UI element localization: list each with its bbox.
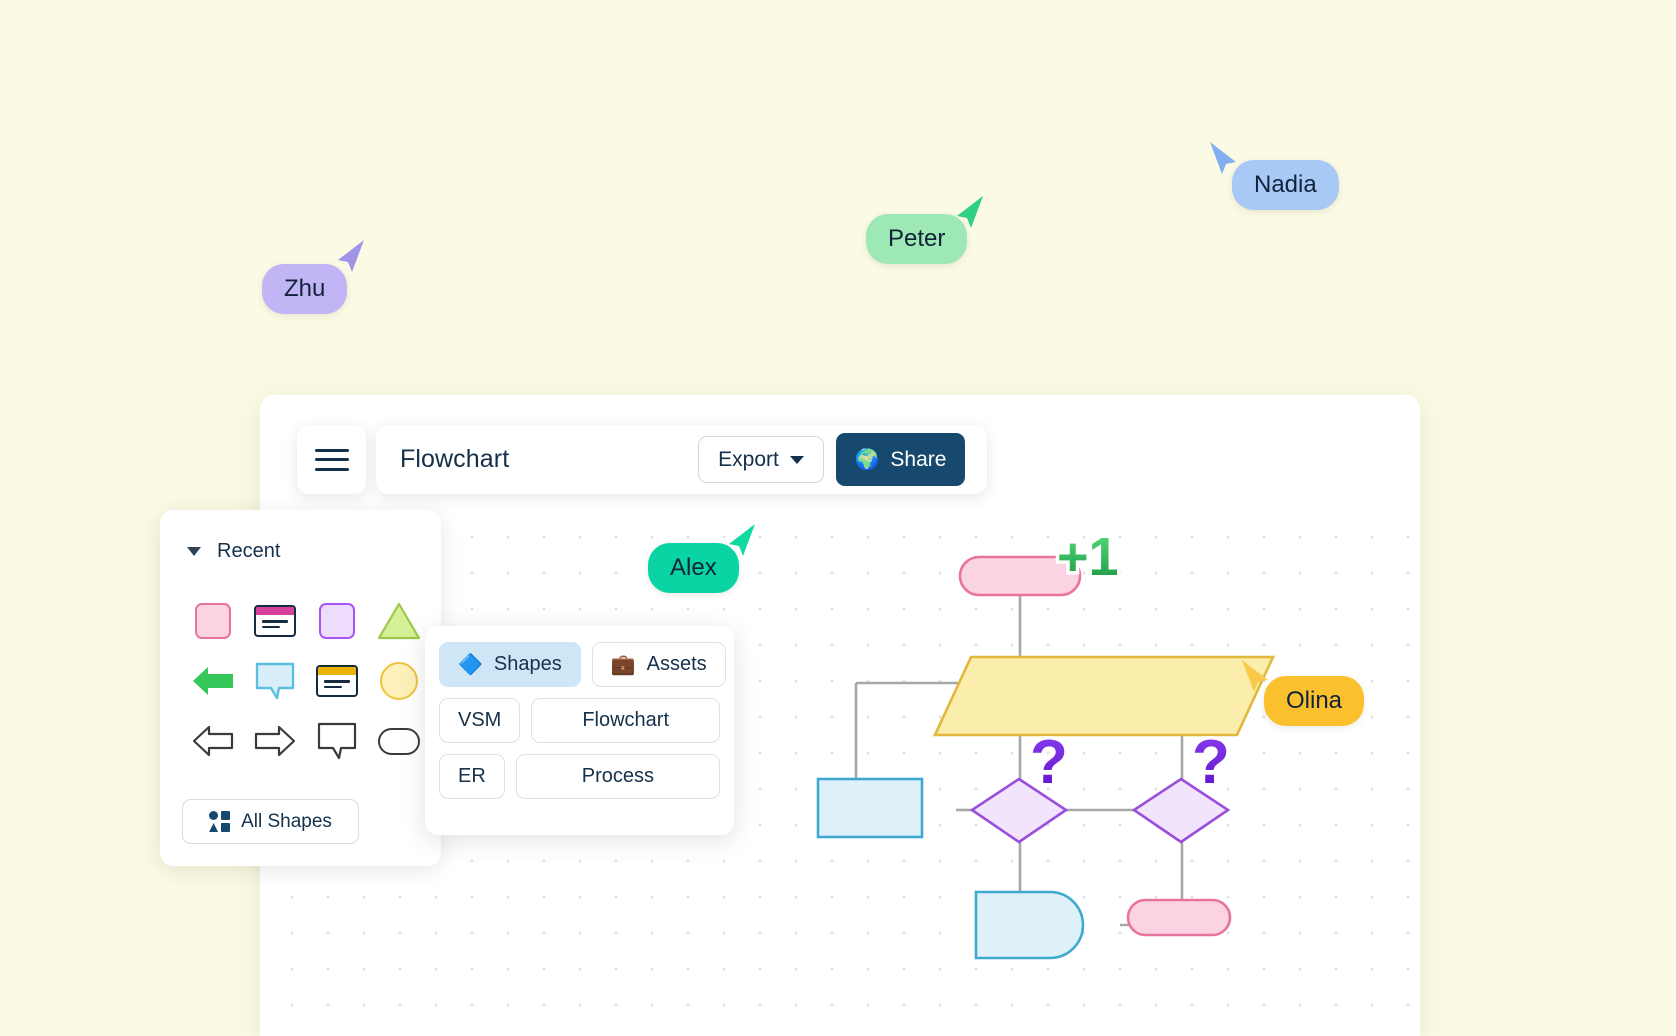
globe-icon: 🌍 bbox=[854, 448, 880, 471]
triangle-down-icon bbox=[187, 547, 201, 556]
shape-item-rounded-square-purple[interactable] bbox=[306, 591, 368, 651]
tab-assets-label: Assets bbox=[646, 653, 707, 675]
all-shapes-label: All Shapes bbox=[241, 810, 332, 832]
plus-one-badge-text: +1 bbox=[1057, 527, 1119, 587]
triangle-green-icon bbox=[377, 602, 421, 640]
share-button[interactable]: 🌍 Share bbox=[836, 433, 965, 486]
rounded-square-pink-icon bbox=[195, 603, 231, 639]
note-card-gold-header-icon bbox=[316, 665, 358, 697]
popover-tab-row: 🔷 Shapes 💼 Assets bbox=[439, 642, 726, 687]
share-label: Share bbox=[890, 447, 947, 471]
page-title: Flowchart bbox=[400, 445, 510, 473]
recent-section-header[interactable]: Recent bbox=[160, 540, 441, 563]
arrow-left-outline-icon bbox=[192, 725, 234, 757]
popover-category-row-2: ER Process bbox=[439, 754, 720, 799]
cursor-label-zhu: Zhu bbox=[262, 264, 348, 314]
export-button[interactable]: Export bbox=[698, 436, 824, 483]
document-toolbar: Flowchart Export 🌍 Share bbox=[376, 425, 987, 494]
category-process-label: Process bbox=[581, 765, 655, 787]
category-er-label: ER bbox=[458, 765, 486, 787]
shape-item-arrow-left-outline[interactable] bbox=[182, 711, 244, 771]
recent-shapes-panel: Recent All Shapes bbox=[160, 510, 441, 866]
speech-bubble-outline-icon bbox=[317, 722, 357, 760]
question-badge-left[interactable]: ? bbox=[1026, 725, 1086, 801]
shape-item-triangle-green[interactable] bbox=[368, 591, 430, 651]
category-vsm-label: VSM bbox=[458, 709, 502, 731]
all-shapes-button[interactable]: All Shapes bbox=[182, 799, 359, 844]
tab-shapes[interactable]: 🔷 Shapes bbox=[439, 642, 581, 687]
cursor-label-nadia: Nadia bbox=[1232, 160, 1339, 210]
cursor-label-olina: Olina bbox=[1264, 676, 1365, 726]
shapes-popover: 🔷 Shapes 💼 Assets VSM Flowchart ER Proce… bbox=[425, 626, 734, 835]
menu-button[interactable] bbox=[297, 425, 366, 494]
arrow-left-green-filled-icon bbox=[193, 667, 233, 695]
shape-palette-grid bbox=[160, 591, 441, 771]
hamburger-icon bbox=[314, 448, 349, 471]
shape-item-note-card-gold-header[interactable] bbox=[306, 651, 368, 711]
chevron-down-icon bbox=[789, 455, 804, 464]
rounded-square-purple-icon bbox=[319, 603, 355, 639]
category-flowchart[interactable]: Flowchart bbox=[531, 698, 720, 743]
category-er[interactable]: ER bbox=[439, 754, 505, 799]
arrow-right-outline-icon bbox=[254, 725, 296, 757]
export-label: Export bbox=[718, 447, 779, 471]
category-vsm[interactable]: VSM bbox=[439, 698, 521, 743]
tab-assets[interactable]: 💼 Assets bbox=[591, 642, 726, 687]
cursor-label-alex: Alex bbox=[648, 543, 739, 593]
blue-diamond-icon: 🔷 bbox=[458, 654, 483, 676]
circle-yellow-icon bbox=[380, 662, 418, 700]
note-card-pink-header-icon bbox=[254, 605, 296, 637]
briefcase-icon: 💼 bbox=[610, 654, 636, 676]
shape-item-note-card-pink-header[interactable] bbox=[244, 591, 306, 651]
shape-item-arrow-right-outline[interactable] bbox=[244, 711, 306, 771]
page-root: +1 ? ? Flowchart Export 🌍 Share Recent A… bbox=[0, 0, 1676, 1036]
shape-item-circle-yellow[interactable] bbox=[368, 651, 430, 711]
plus-one-reaction-badge[interactable]: +1 bbox=[1053, 524, 1123, 591]
svg-text:?: ? bbox=[1192, 728, 1230, 797]
tab-shapes-label: Shapes bbox=[493, 653, 562, 675]
shape-item-pill-outline[interactable] bbox=[368, 711, 430, 771]
category-process[interactable]: Process bbox=[515, 754, 720, 799]
shape-item-rounded-square-pink[interactable] bbox=[182, 591, 244, 651]
question-badge-right[interactable]: ? bbox=[1188, 725, 1248, 801]
shapes-grid-icon bbox=[209, 811, 231, 832]
speech-bubble-blue-icon bbox=[255, 662, 295, 700]
shape-item-speech-bubble-outline[interactable] bbox=[306, 711, 368, 771]
pill-outline-icon bbox=[378, 727, 420, 755]
recent-section-label: Recent bbox=[217, 540, 281, 562]
shape-item-speech-bubble-blue[interactable] bbox=[244, 651, 306, 711]
svg-text:?: ? bbox=[1030, 728, 1068, 797]
popover-category-row-1: VSM Flowchart bbox=[439, 698, 720, 743]
category-flowchart-label: Flowchart bbox=[582, 709, 670, 731]
cursor-label-peter: Peter bbox=[866, 214, 968, 264]
shape-item-arrow-left-green-filled[interactable] bbox=[182, 651, 244, 711]
